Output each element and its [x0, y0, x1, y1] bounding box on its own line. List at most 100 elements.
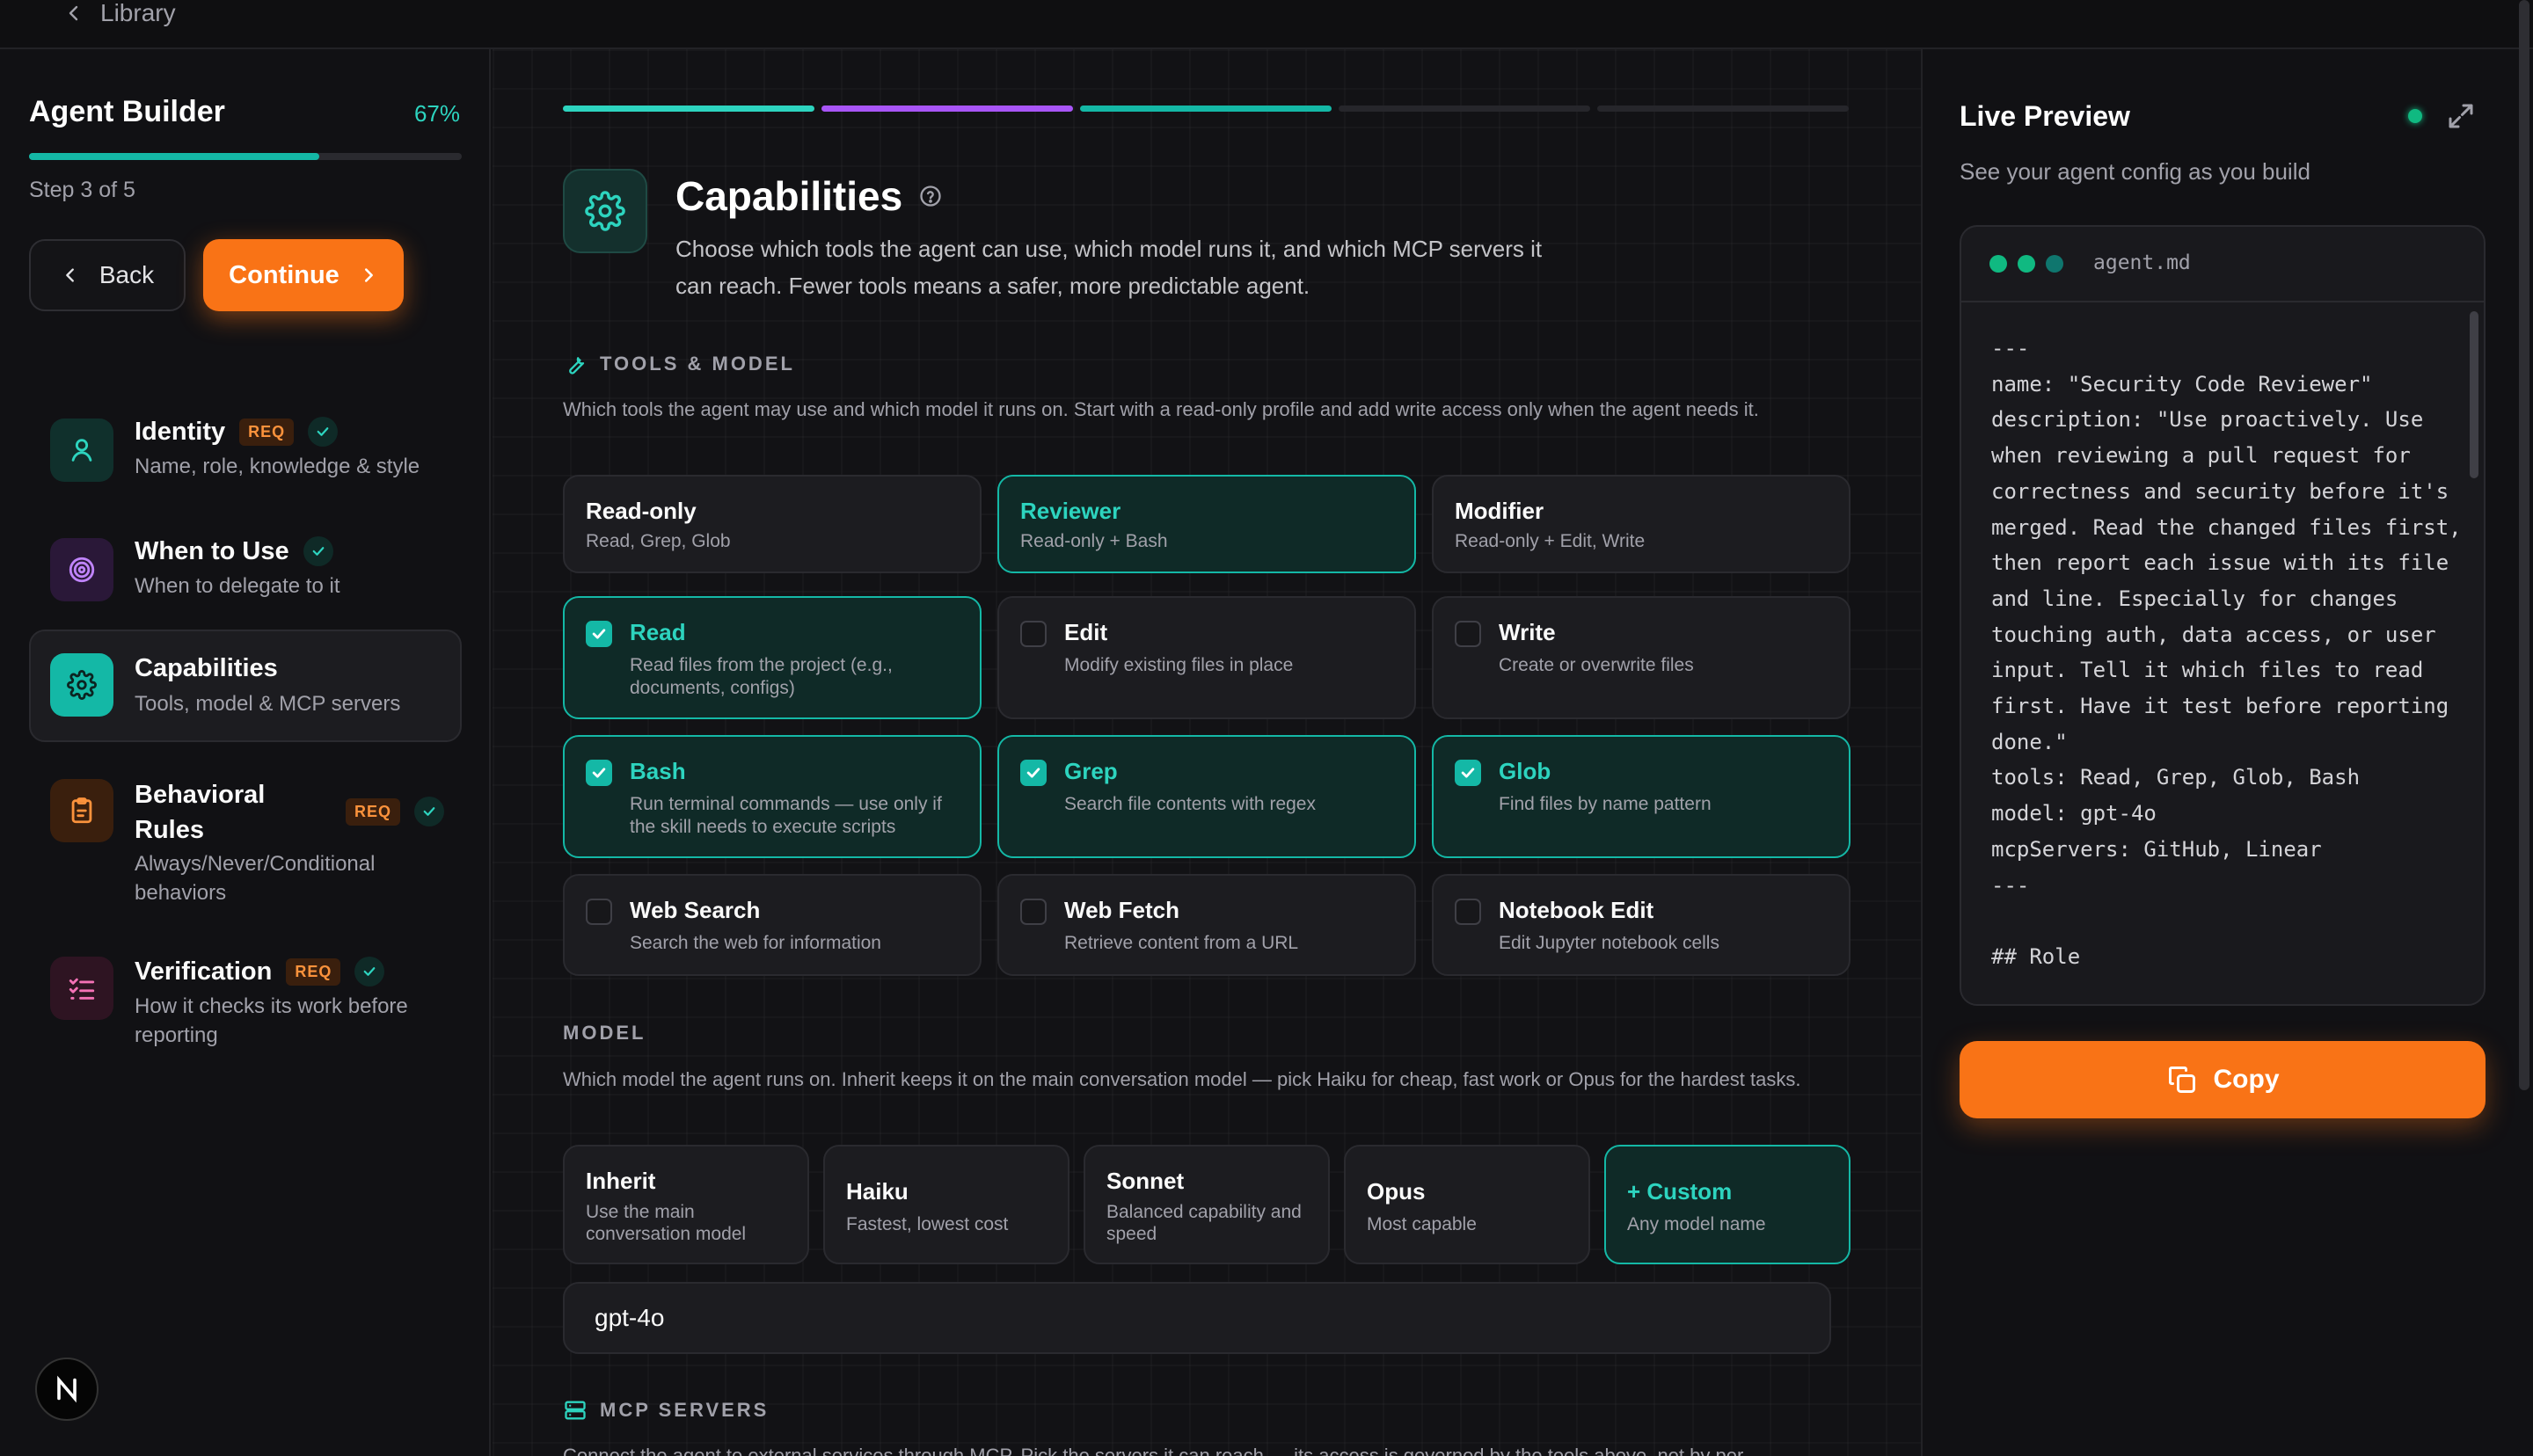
- tool-checkbox[interactable]: [1020, 760, 1047, 786]
- tool-checkbox[interactable]: [1020, 621, 1047, 647]
- code-header: agent.md: [1961, 227, 2484, 302]
- profile-title: Modifier: [1455, 498, 1544, 524]
- page-scrollbar[interactable]: [2519, 0, 2529, 1090]
- profile-card-read-only[interactable]: Read-only Read, Grep, Glob: [563, 475, 982, 573]
- tool-checkbox[interactable]: [1455, 621, 1481, 647]
- tool-checkbox[interactable]: [1020, 899, 1047, 925]
- tool-subtitle: Retrieve content from a URL: [1064, 933, 1299, 953]
- step-segment-5: [1597, 106, 1849, 112]
- tool-title: Read: [630, 619, 686, 645]
- code-scrollbar[interactable]: [2470, 311, 2478, 478]
- tool-card-read[interactable]: Read Read files from the project (e.g., …: [563, 596, 982, 719]
- back-button[interactable]: Back: [29, 239, 186, 311]
- code-content: --- name: "Security Code Reviewer" descr…: [1991, 336, 2462, 969]
- user-icon: [71, 439, 92, 462]
- tool-checkbox[interactable]: [586, 899, 612, 925]
- nav-subtitle: When to delegate to it: [135, 574, 340, 598]
- model-subtitle: Use the main conversation model: [586, 1202, 747, 1244]
- expand-icon[interactable]: [2445, 100, 2477, 132]
- n-logo-icon[interactable]: [35, 1358, 99, 1421]
- model-card-opus[interactable]: Opus Most capable: [1344, 1145, 1590, 1264]
- model-subtitle: Most capable: [1367, 1214, 1477, 1234]
- tool-title: Web Fetch: [1064, 897, 1179, 923]
- nav-title-row: Verification REQ: [135, 957, 385, 986]
- nav-title: When to Use: [135, 536, 289, 565]
- sidebar-item-capabilities[interactable]: Capabilities Tools, model & MCP servers: [29, 630, 462, 742]
- nav-icon-box: [50, 957, 113, 1020]
- tools-section-label-row: TOOLS & MODEL: [563, 352, 795, 376]
- nav-title-row: When to Use: [135, 536, 333, 566]
- progress-fill: [29, 153, 319, 160]
- nav-title-row: Capabilities: [135, 654, 278, 683]
- tool-card-write[interactable]: Write Create or overwrite files: [1432, 596, 1850, 719]
- tool-checkbox[interactable]: [1455, 760, 1481, 786]
- profile-title: Read-only: [586, 498, 697, 524]
- tool-card-glob[interactable]: Glob Find files by name pattern: [1432, 735, 1850, 858]
- nav-subtitle: Tools, model & MCP servers: [135, 692, 401, 716]
- tool-card-edit[interactable]: Edit Modify existing files in place: [997, 596, 1416, 719]
- preview-subtitle: See your agent config as you build: [1960, 158, 2310, 185]
- tools-section-description: Which tools the agent may use and which …: [563, 398, 1759, 420]
- checklist-icon: [69, 978, 95, 1000]
- tools-section-label: TOOLS & MODEL: [600, 353, 795, 375]
- tool-title: Web Search: [630, 897, 761, 923]
- copy-button[interactable]: Copy: [1960, 1041, 2486, 1118]
- tool-card-grep[interactable]: Grep Search file contents with regex: [997, 735, 1416, 858]
- model-card-inherit[interactable]: Inherit Use the main conversation model: [563, 1145, 809, 1264]
- complete-check-icon: [354, 957, 385, 986]
- progress-percent: 67%: [413, 100, 460, 127]
- nav-icon-box: [50, 779, 113, 842]
- target-icon: [69, 557, 95, 583]
- model-title: + Custom: [1627, 1178, 1733, 1205]
- tool-checkbox[interactable]: [586, 760, 612, 786]
- help-icon[interactable]: [918, 184, 943, 208]
- page-description: Choose which tools the agent can use, wh…: [675, 236, 1543, 299]
- window-dot: [1989, 255, 2007, 273]
- tool-subtitle: Search the web for information: [630, 933, 881, 953]
- sidebar-title: Agent Builder: [29, 95, 225, 128]
- model-title: Opus: [1367, 1178, 1426, 1205]
- profile-card-modifier[interactable]: Modifier Read-only + Edit, Write: [1432, 475, 1850, 573]
- custom-model-input[interactable]: gpt-4o: [563, 1282, 1831, 1354]
- tool-subtitle: Edit Jupyter notebook cells: [1499, 933, 1719, 953]
- sidebar-item-verification[interactable]: Verification REQ How it checks its work …: [29, 941, 462, 1073]
- back-button-label: Back: [99, 261, 155, 288]
- nav-subtitle: Name, role, knowledge & style: [135, 455, 420, 478]
- clipboard-icon: [71, 797, 92, 824]
- chevron-left-icon: [69, 5, 78, 21]
- tool-card-web-search[interactable]: Web Search Search the web for informatio…: [563, 874, 982, 976]
- model-title: Sonnet: [1106, 1168, 1185, 1194]
- model-card-custom[interactable]: + Custom Any model name: [1604, 1145, 1850, 1264]
- continue-button[interactable]: Continue: [203, 239, 404, 311]
- tool-title: Notebook Edit: [1499, 897, 1654, 923]
- tool-checkbox[interactable]: [1455, 899, 1481, 925]
- tool-card-notebook-edit[interactable]: Notebook Edit Edit Jupyter notebook cell…: [1432, 874, 1850, 976]
- tool-checkbox[interactable]: [586, 621, 612, 647]
- wrench-icon: [569, 357, 585, 375]
- page-title: Capabilities: [675, 173, 903, 219]
- complete-check-icon: [303, 536, 333, 566]
- sidebar-item-identity[interactable]: Identity REQ Name, role, knowledge & sty…: [29, 399, 462, 503]
- tool-subtitle: Run terminal commands — use only if the …: [630, 794, 942, 837]
- tool-subtitle: Create or overwrite files: [1499, 655, 1694, 675]
- sidebar-item-when-to-use[interactable]: When to Use When to delegate to it: [29, 519, 462, 622]
- model-subtitle: Fastest, lowest cost: [846, 1214, 1009, 1234]
- profile-card-reviewer[interactable]: Reviewer Read-only + Bash: [997, 475, 1416, 573]
- complete-check-icon: [414, 797, 445, 826]
- nav-icon-box: [50, 419, 113, 482]
- tool-card-web-fetch[interactable]: Web Fetch Retrieve content from a URL: [997, 874, 1416, 976]
- tool-title: Grep: [1064, 758, 1118, 784]
- mcp-section-label-row: MCP SERVERS: [563, 1398, 769, 1423]
- continue-button-label: Continue: [229, 260, 339, 289]
- step-segment-2: [821, 106, 1073, 112]
- profile-subtitle: Read-only + Bash: [1020, 531, 1168, 551]
- model-card-sonnet[interactable]: Sonnet Balanced capability and speed: [1084, 1145, 1330, 1264]
- gear-icon: [585, 191, 625, 231]
- code-preview: agent.md --- name: "Security Code Review…: [1960, 225, 2486, 1006]
- library-back-link[interactable]: Library: [63, 0, 176, 26]
- tool-card-bash[interactable]: Bash Run terminal commands — use only if…: [563, 735, 982, 858]
- window-dot: [2018, 255, 2035, 273]
- sidebar-item-behavioral-rules[interactable]: Behavioral Rules REQ Always/Never/Condit…: [29, 758, 462, 925]
- model-card-haiku[interactable]: Haiku Fastest, lowest cost: [823, 1145, 1069, 1264]
- copy-icon: [2168, 1067, 2195, 1093]
